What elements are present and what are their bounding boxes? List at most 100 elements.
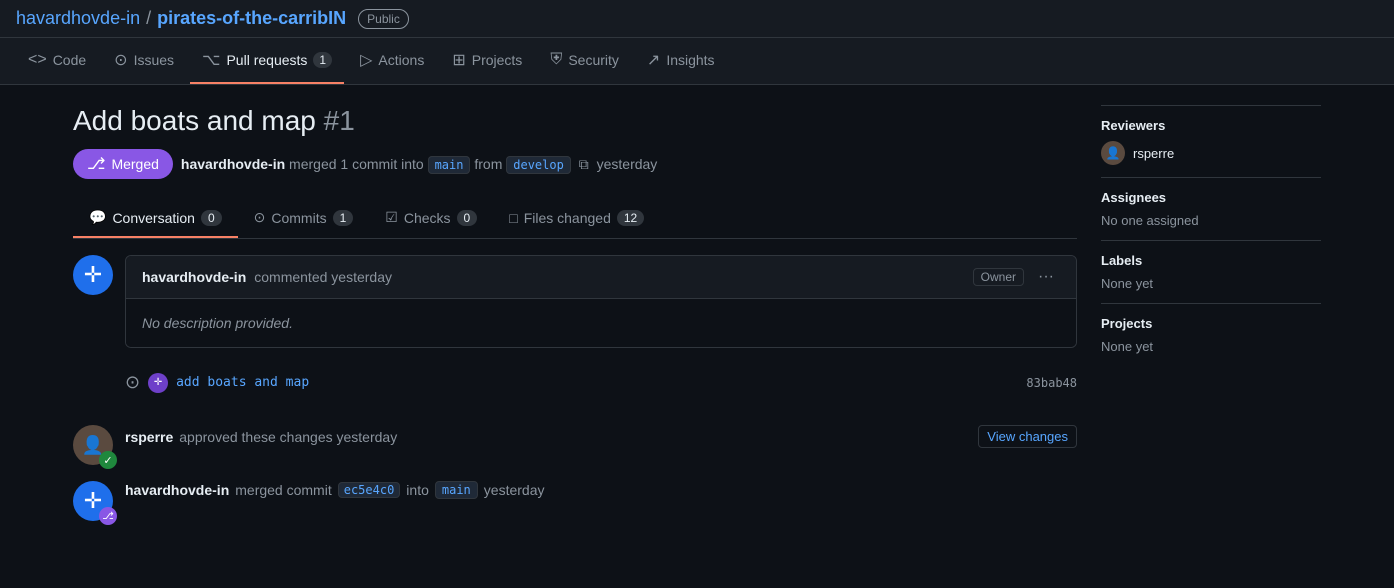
head-branch[interactable]: develop: [506, 156, 571, 174]
top-bar: havardhovde-in / pirates-of-the-carribIN…: [0, 0, 1394, 38]
commits-count: 1: [333, 210, 354, 226]
pr-from-text: from: [474, 156, 506, 172]
comment-avatar: ✛: [73, 255, 113, 295]
merged-label: Merged: [111, 156, 158, 172]
projects-value: None yet: [1101, 339, 1321, 354]
comment-header: havardhovde-in commented yesterday Owner…: [126, 256, 1076, 299]
pr-number: #1: [324, 105, 355, 136]
approve-action-text: approved these changes yesterday: [179, 429, 397, 445]
commits-label: Commits: [271, 210, 326, 226]
commit-message[interactable]: add boats and map: [176, 375, 309, 390]
pr-title-text: Add boats and map: [73, 105, 316, 136]
sidebar-reviewers-section: Reviewers 👤 rsperre: [1101, 105, 1321, 177]
merge-commit-hash[interactable]: ec5e4c0: [338, 482, 401, 498]
insights-icon: ↗: [647, 50, 660, 70]
pr-commit-word: commit into: [352, 156, 427, 172]
commit-dot-indicator: ⊙: [125, 372, 140, 393]
comment-header-right: Owner ···: [973, 266, 1060, 288]
merge-content: havardhovde-in merged commit ec5e4c0 int…: [125, 481, 1077, 499]
pr-meta: ⎇ Merged havardhovde-in merged 1 commit …: [73, 149, 1077, 179]
commit-row: ⊙ ✛ add boats and map 83bab48: [125, 364, 1077, 401]
approve-username[interactable]: rsperre: [125, 429, 173, 445]
owner-badge: Owner: [973, 268, 1024, 286]
merge-username[interactable]: havardhovde-in: [125, 482, 229, 498]
pr-title: Add boats and map #1: [73, 105, 1077, 137]
pr-tabs: 💬 Conversation 0 ⊙ Commits 1 ☑ Checks 0 …: [73, 199, 1077, 239]
tab-checks[interactable]: ☑ Checks 0: [369, 199, 493, 238]
comment-action: commented yesterday: [254, 269, 392, 285]
conversation-icon: 💬: [89, 209, 106, 226]
tab-actions[interactable]: ▷ Actions: [348, 38, 436, 84]
assignees-title: Assignees: [1101, 190, 1321, 205]
conversation-count: 0: [201, 210, 222, 226]
repo-owner[interactable]: havardhovde-in: [16, 8, 140, 29]
conversation-label: Conversation: [112, 210, 195, 226]
pr-author[interactable]: havardhovde-in: [181, 156, 285, 172]
merge-timeline-item: ✛ ⎇ havardhovde-in merged commit ec5e4c0…: [73, 481, 1077, 521]
labels-title: Labels: [1101, 253, 1321, 268]
comment-block: havardhovde-in commented yesterday Owner…: [125, 255, 1077, 348]
nav-tabs: <> Code ⊙ Issues ⌥ Pull requests 1 ▷ Act…: [0, 38, 1394, 85]
tab-code[interactable]: <> Code: [16, 39, 98, 83]
labels-value: None yet: [1101, 276, 1321, 291]
pr-time: yesterday: [597, 156, 658, 172]
comment-timeline-item: ✛ havardhovde-in commented yesterday Own…: [73, 255, 1077, 409]
copy-icon[interactable]: ⧉: [579, 156, 589, 172]
pull-requests-icon: ⌥: [202, 50, 220, 70]
actions-icon: ▷: [360, 50, 372, 70]
tab-code-label: Code: [53, 52, 86, 68]
commit-hash[interactable]: 83bab48: [1026, 376, 1077, 390]
pull-requests-count: 1: [313, 52, 332, 68]
sidebar-projects-section: Projects None yet: [1101, 303, 1321, 366]
primary-column: Add boats and map #1 ⎇ Merged havardhovd…: [73, 105, 1077, 537]
repo-name[interactable]: pirates-of-the-carribIN: [157, 8, 346, 29]
tab-insights[interactable]: ↗ Insights: [635, 38, 727, 84]
tab-security[interactable]: ⛨ Security: [538, 39, 631, 83]
merged-badge: ⎇ Merged: [73, 149, 173, 179]
comment-header-left: havardhovde-in commented yesterday: [142, 269, 392, 285]
tab-pull-requests-label: Pull requests: [226, 52, 307, 68]
visibility-badge: Public: [358, 9, 409, 29]
tab-issues-label: Issues: [134, 52, 174, 68]
approve-timeline-item: 👤 ✓ rsperre approved these changes yeste…: [73, 425, 1077, 465]
tab-commits[interactable]: ⊙ Commits 1: [238, 199, 370, 238]
approve-content: rsperre approved these changes yesterday…: [125, 425, 1077, 448]
comment-content: havardhovde-in commented yesterday Owner…: [125, 255, 1077, 409]
tab-projects[interactable]: ⊞ Projects: [440, 38, 534, 84]
merge-action-row: havardhovde-in merged commit ec5e4c0 int…: [125, 481, 1077, 499]
tab-pull-requests[interactable]: ⌥ Pull requests 1: [190, 38, 344, 84]
view-changes-button[interactable]: View changes: [978, 425, 1077, 448]
pr-commit-count: 1: [340, 156, 348, 172]
code-icon: <>: [28, 51, 47, 69]
comment-body-text: No description provided.: [142, 315, 293, 331]
tab-projects-label: Projects: [472, 52, 523, 68]
files-changed-label: Files changed: [524, 210, 611, 226]
merge-target-branch[interactable]: main: [435, 481, 478, 499]
more-options-button[interactable]: ···: [1032, 266, 1060, 288]
tab-conversation[interactable]: 💬 Conversation 0: [73, 199, 238, 238]
reviewers-title: Reviewers: [1101, 118, 1321, 133]
merge-commit-icon: ⎇: [99, 507, 117, 525]
files-changed-icon: □: [509, 210, 517, 226]
projects-icon: ⊞: [452, 50, 465, 70]
sidebar-labels-section: Labels None yet: [1101, 240, 1321, 303]
approve-check-icon: ✓: [99, 451, 117, 469]
tab-issues[interactable]: ⊙ Issues: [102, 38, 186, 84]
approve-action-row: rsperre approved these changes yesterday…: [125, 425, 1077, 448]
projects-title: Projects: [1101, 316, 1321, 331]
tab-security-label: Security: [568, 52, 619, 68]
assignees-value: No one assigned: [1101, 213, 1321, 228]
base-branch[interactable]: main: [428, 156, 471, 174]
reviewer-item: 👤 rsperre: [1101, 141, 1321, 165]
pr-action-text: merged: [289, 156, 340, 172]
comment-body: No description provided.: [126, 299, 1076, 347]
tab-files-changed[interactable]: □ Files changed 12: [493, 199, 660, 238]
security-icon: ⛨: [550, 51, 562, 69]
merge-time: yesterday: [484, 482, 545, 498]
comment-username[interactable]: havardhovde-in: [142, 269, 246, 285]
issues-icon: ⊙: [114, 50, 127, 70]
sidebar-assignees-section: Assignees No one assigned: [1101, 177, 1321, 240]
repo-slash: /: [146, 8, 151, 29]
files-changed-count: 12: [617, 210, 644, 226]
reviewer-name[interactable]: rsperre: [1133, 146, 1174, 161]
